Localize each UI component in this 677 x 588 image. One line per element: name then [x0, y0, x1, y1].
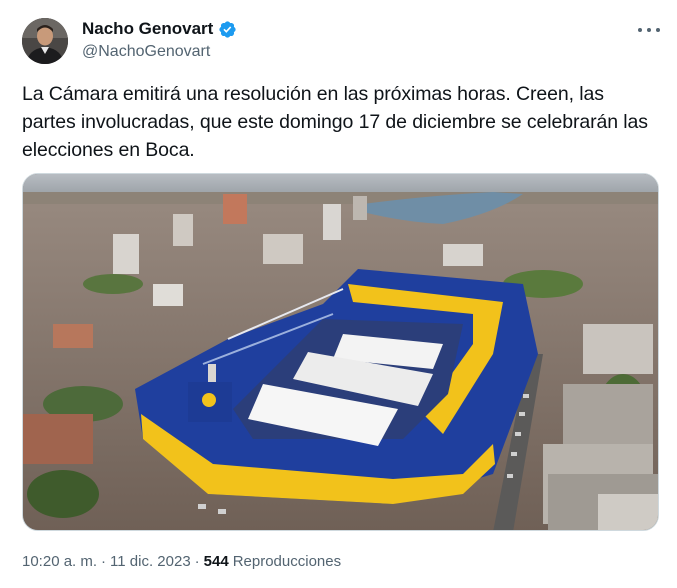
more-options-icon[interactable]: [638, 20, 660, 40]
views-label: Reproducciones: [232, 553, 342, 570]
meta-separator: ·: [194, 553, 200, 570]
tweet-text: La Cámara emitirá una resolución en las …: [22, 83, 648, 161]
stadium-aerial-photo: [23, 174, 658, 530]
author-name-row: Nacho Genovart: [82, 18, 237, 40]
meta-separator: ·: [101, 553, 107, 570]
tweet-card: Nacho Genovart @NachoGenovart La Cámara …: [0, 0, 677, 588]
author-handle[interactable]: @NachoGenovart: [82, 42, 210, 62]
tweet-photo[interactable]: [22, 173, 659, 531]
tweet-date[interactable]: 11 dic. 2023: [110, 552, 191, 572]
avatar[interactable]: [22, 18, 68, 64]
tweet-meta: 10:20 a. m. · 11 dic. 2023 · 544 Reprodu…: [22, 552, 341, 572]
tweet-time[interactable]: 10:20 a. m.: [22, 552, 97, 572]
author-display-name[interactable]: Nacho Genovart: [82, 18, 213, 40]
verified-badge-icon: [218, 20, 237, 39]
views-count: 544: [203, 553, 229, 570]
